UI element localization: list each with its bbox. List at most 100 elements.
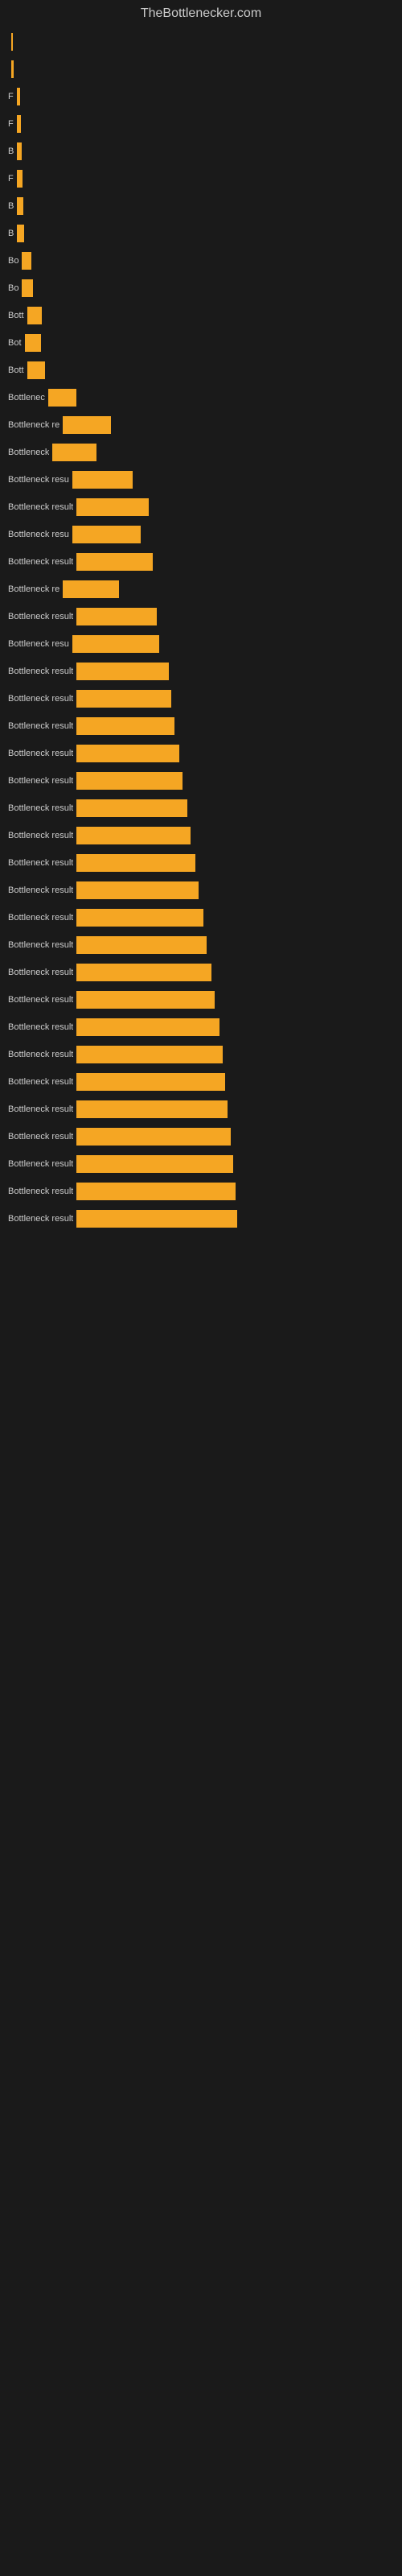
bar-fill bbox=[11, 60, 14, 78]
bar-row: B bbox=[8, 195, 394, 217]
bar-label: Bottleneck result bbox=[8, 502, 73, 512]
bar-fill bbox=[63, 580, 119, 598]
bar-label: Bottleneck result bbox=[8, 612, 73, 621]
bar-row bbox=[8, 58, 394, 80]
bar-fill bbox=[76, 608, 157, 625]
bar-row: Bottleneck result bbox=[8, 496, 394, 518]
bar-label: Bottleneck result bbox=[8, 749, 73, 758]
bar-fill bbox=[52, 444, 96, 461]
bar-label: Bottleneck result bbox=[8, 1022, 73, 1032]
bar-label: Bottleneck result bbox=[8, 1187, 73, 1196]
bar-label: Bottleneck result bbox=[8, 557, 73, 567]
bar-label: F bbox=[8, 92, 14, 101]
bar-row: Bo bbox=[8, 277, 394, 299]
bar-row: F bbox=[8, 167, 394, 190]
bar-fill bbox=[76, 854, 195, 872]
bar-row: Bottleneck resu bbox=[8, 469, 394, 491]
bar-label: Bottleneck result bbox=[8, 940, 73, 950]
bar-row: Bottleneck result bbox=[8, 605, 394, 628]
bar-fill bbox=[76, 991, 215, 1009]
bar-label: Bottleneck resu bbox=[8, 639, 69, 649]
bar-label: Bottleneck result bbox=[8, 803, 73, 813]
bar-label: Bottleneck result bbox=[8, 667, 73, 676]
bar-fill bbox=[76, 745, 179, 762]
bar-label: B bbox=[8, 229, 14, 238]
bar-label: Bottleneck result bbox=[8, 1050, 73, 1059]
bar-row: Bo bbox=[8, 250, 394, 272]
bar-fill bbox=[76, 498, 149, 516]
bar-label: Bottleneck result bbox=[8, 1077, 73, 1087]
bar-label: Bottleneck result bbox=[8, 886, 73, 895]
bar-row: Bottleneck result bbox=[8, 1208, 394, 1230]
bar-fill bbox=[76, 1018, 219, 1036]
bar-fill bbox=[72, 526, 141, 543]
bar-row: Bottleneck result bbox=[8, 989, 394, 1011]
bar-fill bbox=[17, 170, 23, 188]
bar-label: Bottleneck result bbox=[8, 1104, 73, 1114]
bar-label: Bottleneck result bbox=[8, 995, 73, 1005]
bar-label: F bbox=[8, 119, 14, 129]
bar-fill bbox=[76, 690, 171, 708]
bar-fill bbox=[76, 1183, 236, 1200]
bar-row: Bottleneck result bbox=[8, 1071, 394, 1093]
bar-label: Bottleneck result bbox=[8, 858, 73, 868]
bar-row: Bottleneck result bbox=[8, 770, 394, 792]
bar-row: Bottleneck result bbox=[8, 1098, 394, 1121]
bar-row: Bottleneck result bbox=[8, 906, 394, 929]
bar-row: B bbox=[8, 140, 394, 163]
bar-fill bbox=[76, 553, 153, 571]
bar-row: Bottleneck result bbox=[8, 742, 394, 765]
bar-label: Bottleneck result bbox=[8, 776, 73, 786]
bar-label: Bottleneck re bbox=[8, 420, 59, 430]
bar-fill bbox=[17, 197, 23, 215]
bar-fill bbox=[76, 881, 199, 899]
bar-label: Bottleneck result bbox=[8, 694, 73, 704]
chart-area: F F B F B B Bo Bo Bott Bot Bott Bottlenec Bottleneck… bbox=[0, 31, 402, 1230]
bar-row: Bottleneck result bbox=[8, 687, 394, 710]
bar-label: Bo bbox=[8, 283, 18, 293]
bar-fill bbox=[17, 142, 22, 160]
bar-fill bbox=[76, 1073, 225, 1091]
bar-fill bbox=[76, 936, 207, 954]
bar-row: F bbox=[8, 85, 394, 108]
bar-label: F bbox=[8, 174, 14, 184]
bar-row bbox=[8, 31, 394, 53]
bar-row: Bottleneck result bbox=[8, 824, 394, 847]
bar-fill bbox=[76, 1210, 237, 1228]
bar-row: Bottleneck result bbox=[8, 797, 394, 819]
bar-label: Bottleneck result bbox=[8, 831, 73, 840]
bar-fill bbox=[22, 252, 31, 270]
bar-row: Bottleneck result bbox=[8, 961, 394, 984]
bar-label: Bott bbox=[8, 311, 24, 320]
bar-fill bbox=[76, 827, 191, 844]
bar-row: Bottleneck resu bbox=[8, 523, 394, 546]
bar-row: Bottleneck result bbox=[8, 1125, 394, 1148]
bar-label: Bo bbox=[8, 256, 18, 266]
bar-fill bbox=[22, 279, 33, 297]
bar-row: Bottleneck result bbox=[8, 1153, 394, 1175]
bar-label: B bbox=[8, 201, 14, 211]
bar-row: Bott bbox=[8, 359, 394, 382]
bar-fill bbox=[76, 1046, 223, 1063]
bar-fill bbox=[76, 909, 203, 927]
bar-fill bbox=[17, 115, 21, 133]
bar-fill bbox=[76, 1155, 233, 1173]
bar-fill bbox=[72, 471, 133, 489]
bar-fill bbox=[72, 635, 159, 653]
bar-fill bbox=[27, 307, 42, 324]
bar-label: Bottleneck re bbox=[8, 584, 59, 594]
bar-row: Bot bbox=[8, 332, 394, 354]
bar-fill bbox=[63, 416, 111, 434]
bar-fill bbox=[76, 1128, 231, 1146]
bar-label: Bott bbox=[8, 365, 24, 375]
bar-row: Bottleneck result bbox=[8, 715, 394, 737]
bar-row: Bottleneck resu bbox=[8, 633, 394, 655]
bar-row: Bottleneck result bbox=[8, 1043, 394, 1066]
bar-row: F bbox=[8, 113, 394, 135]
bar-row: Bottleneck result bbox=[8, 879, 394, 902]
bar-fill bbox=[17, 88, 20, 105]
bar-label: Bottleneck result bbox=[8, 968, 73, 977]
bar-fill bbox=[48, 389, 76, 407]
bar-row: Bottlenec bbox=[8, 386, 394, 409]
bar-fill bbox=[76, 799, 187, 817]
